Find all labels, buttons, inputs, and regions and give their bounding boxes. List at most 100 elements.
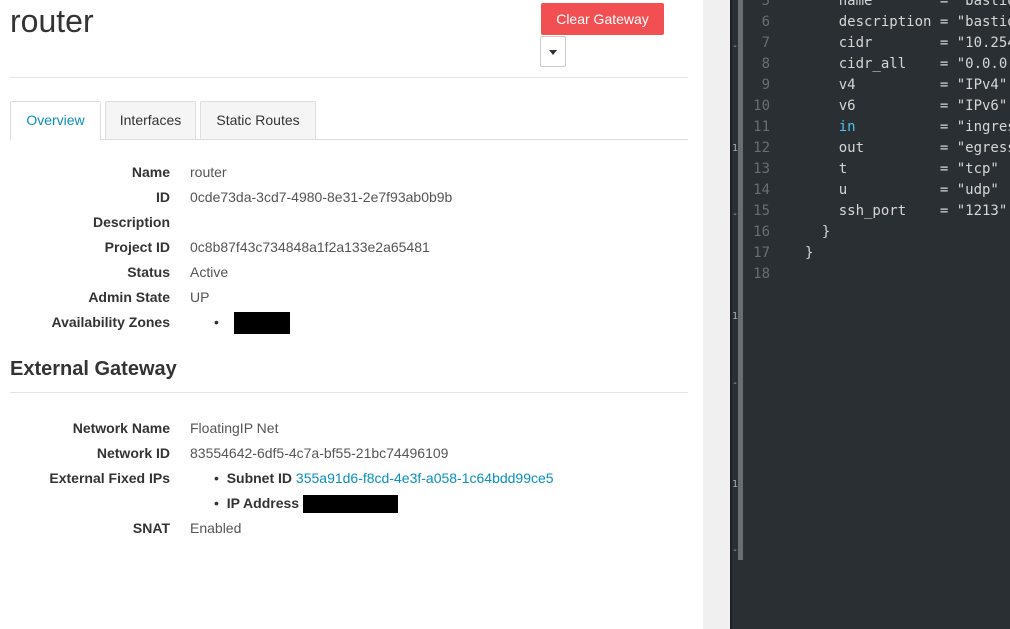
detail-row-project-id: Project ID 0c8b87f43c734848a1f2a133e2a65… [0, 237, 688, 257]
line-number: 10 [753, 98, 770, 114]
router-detail-panel: router Clear Gateway Overview Interfaces… [0, 0, 703, 629]
fold-marker: 1 [732, 479, 739, 490]
detail-row-ip-address: • IP Address [0, 493, 688, 514]
line-number: 5 [761, 0, 770, 9]
detail-label: Project ID [104, 239, 170, 255]
line-number: 8 [761, 56, 770, 72]
subnet-id-label: Subnet ID [226, 470, 293, 486]
line-code: out = "egress" [805, 140, 1010, 156]
subnet-id-link[interactable]: 355a91d6-f8cd-4e3f-a058-1c64bdd99ce5 [296, 470, 554, 486]
line-code: } [805, 245, 814, 261]
line-number: 6 [761, 14, 770, 30]
fold-marker: - [732, 378, 739, 389]
section-divider [10, 392, 688, 393]
detail-label: Network ID [96, 445, 170, 461]
tab-interfaces[interactable]: Interfaces [105, 101, 196, 140]
code-editor[interactable]: - 1 - 1 - 1 - 5 name = "bastion 6 descrip… [730, 0, 1010, 629]
router-id-value: 0cde73da-3cd7-4980-8e31-2e7f93ab0b9b [190, 189, 453, 205]
clear-gateway-button[interactable]: Clear Gateway [541, 3, 664, 35]
detail-row-id: ID 0cde73da-3cd7-4980-8e31-2e7f93ab0b9b [0, 187, 688, 207]
line-code: } [805, 224, 831, 240]
status-value: Active [190, 264, 229, 280]
line-number: 13 [753, 161, 770, 177]
redacted-block [234, 312, 291, 335]
tab-overview[interactable]: Overview [10, 101, 101, 141]
panel-splitter[interactable] [703, 0, 730, 629]
line-code: in = "ingress [805, 119, 1010, 135]
line-code: ssh_port = "1213" [805, 203, 1008, 219]
admin-state-value: UP [190, 289, 210, 305]
code-line[interactable]: 6 description = "bastion [744, 12, 1010, 33]
detail-row-network-id: Network ID 83554642-6df5-4c7a-bf55-21bc7… [0, 443, 688, 463]
line-code: name = "bastion [805, 0, 1010, 9]
project-id-value: 0c8b87f43c734848a1f2a133e2a65481 [190, 239, 430, 255]
keyword-token: in [838, 119, 856, 135]
line-number: 16 [753, 224, 770, 240]
detail-label: Availability Zones [51, 314, 170, 330]
detail-row-description: Description [0, 212, 688, 232]
editor-scrollbar[interactable] [738, 0, 743, 560]
code-line[interactable]: 12 out = "egress" [744, 138, 1010, 159]
detail-row-admin-state: Admin State UP [0, 287, 688, 307]
detail-row-availability-zones: Availability Zones • [0, 312, 688, 335]
line-code: cidr = "10.254. [805, 35, 1010, 51]
line-code: v6 = "IPv6" [805, 98, 1008, 114]
code-line[interactable]: 9 v4 = "IPv4" [744, 75, 1008, 96]
code-line[interactable]: 14 u = "udp" [744, 180, 999, 201]
line-code: v4 = "IPv4" [805, 77, 1008, 93]
code-line[interactable]: 7 cidr = "10.254. [744, 33, 1010, 54]
line-number: 11 [753, 119, 770, 135]
line-number: 9 [761, 77, 770, 93]
caret-down-icon [549, 50, 557, 55]
detail-row-network-name: Network Name FloatingIP Net [0, 418, 688, 438]
line-number: 14 [753, 182, 770, 198]
redacted-block [302, 495, 398, 514]
code-line[interactable]: 10 v6 = "IPv6" [744, 96, 1007, 117]
router-name-value: router [190, 164, 227, 180]
page-title: router [10, 3, 94, 39]
line-number: 15 [753, 203, 770, 219]
network-name-value: FloatingIP Net [190, 420, 279, 436]
detail-label: Status [127, 264, 170, 280]
line-number: 12 [753, 140, 770, 156]
detail-tabs: Overview Interfaces Static Routes [10, 101, 688, 141]
network-id-link[interactable]: 83554642-6df5-4c7a-bf55-21bc74496109 [190, 443, 448, 463]
line-number: 18 [753, 266, 770, 282]
line-code: cidr_all = "0.0.0.0 [805, 56, 1010, 72]
detail-row-snat: SNAT Enabled [0, 518, 688, 538]
line-code: description = "bastion [805, 14, 1010, 30]
fold-marker: - [732, 41, 739, 52]
line-code-rest: = "ingress [855, 119, 1010, 135]
detail-label: SNAT [132, 520, 170, 536]
fold-marker: - [732, 209, 739, 220]
code-line[interactable]: 8 cidr_all = "0.0.0.0 [744, 54, 1010, 75]
external-gateway-title: External Gateway [10, 358, 177, 380]
detail-label: Network Name [72, 420, 170, 436]
detail-row-name: Name router [0, 162, 688, 182]
fold-marker: 1 [732, 143, 739, 154]
code-line[interactable]: 13 t = "tcp" [744, 159, 999, 180]
tab-static-routes[interactable]: Static Routes [200, 101, 316, 140]
snat-value: Enabled [190, 520, 242, 536]
code-line[interactable]: 5 name = "bastion [744, 0, 1010, 12]
detail-row-fixed-ips: External Fixed IPs • Subnet ID 355a91d6-… [0, 468, 688, 488]
fold-marker: 1 [732, 311, 739, 322]
code-line[interactable]: 18 [744, 264, 805, 285]
line-code: u = "udp" [805, 182, 999, 198]
code-line[interactable]: 15 ssh_port = "1213" [744, 201, 1007, 222]
ip-address-label: IP Address [226, 495, 300, 511]
line-number: 7 [761, 35, 770, 51]
detail-row-status: Status Active [0, 262, 688, 282]
detail-label: Name [131, 164, 170, 180]
code-line[interactable]: 16 } [744, 222, 830, 243]
detail-label: Admin State [88, 289, 170, 305]
code-line[interactable]: 17} [744, 243, 813, 264]
fixed-ip-subnet-item: • Subnet ID 355a91d6-f8cd-4e3f-a058-1c64… [214, 470, 554, 486]
line-number: 17 [753, 245, 770, 261]
fixed-ip-address-item: • IP Address [214, 493, 398, 514]
actions-dropdown-toggle[interactable] [540, 36, 566, 67]
code-line[interactable]: 11 in = "ingress [744, 117, 1010, 138]
fold-marker: - [732, 545, 739, 556]
detail-label: External Fixed IPs [49, 470, 170, 486]
detail-label: Description [92, 214, 170, 230]
